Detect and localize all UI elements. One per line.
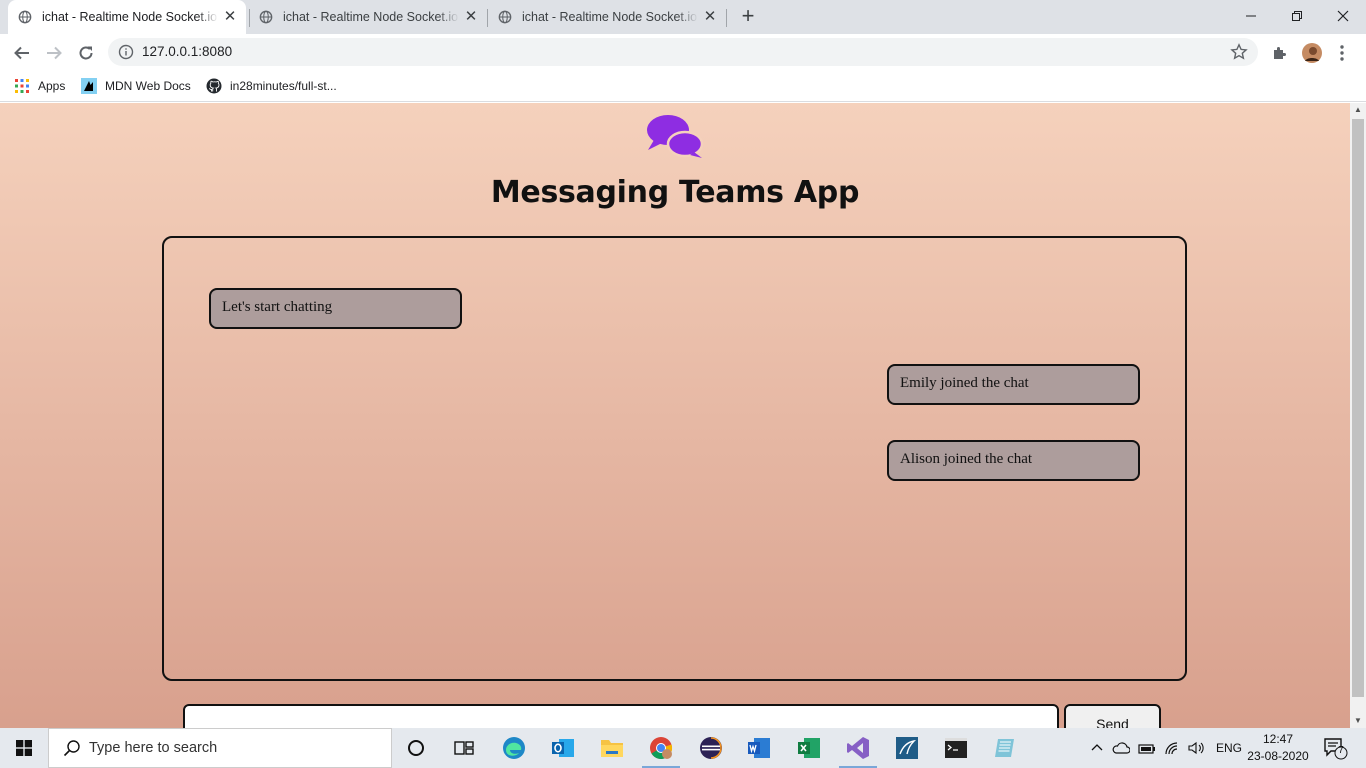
bookmark-apps[interactable]: Apps <box>14 77 65 95</box>
tab-divider <box>726 9 727 27</box>
scroll-up-icon[interactable]: ▲ <box>1350 103 1366 117</box>
bookmark-label: Apps <box>38 79 66 93</box>
clock-time: 12:47 <box>1262 732 1294 746</box>
start-button[interactable] <box>0 728 48 768</box>
volume-icon[interactable] <box>1188 741 1206 755</box>
globe-icon <box>498 10 512 24</box>
arrow-right-icon <box>47 46 62 60</box>
kebab-menu-icon <box>1340 45 1344 61</box>
taskbar-clock[interactable]: 12:47 23-08-2020 <box>1244 731 1312 765</box>
windows-taskbar: Type here to search ENG 12:47 23-08-2020… <box>0 728 1366 768</box>
notepad-icon[interactable] <box>990 734 1020 762</box>
browser-tab-strip: ichat - Realtime Node Socket.io Chat ✕ i… <box>0 0 1366 34</box>
close-window-button[interactable] <box>1320 0 1366 32</box>
extensions-button[interactable] <box>1267 40 1293 66</box>
edge-icon[interactable] <box>499 734 529 762</box>
scroll-down-icon[interactable]: ▼ <box>1350 714 1366 728</box>
tab-title: ichat - Realtime Node Socket.io Chat <box>283 10 459 24</box>
search-placeholder: Type here to search <box>89 740 218 756</box>
file-explorer-icon[interactable] <box>597 734 627 762</box>
bookmark-star-icon[interactable] <box>1230 43 1248 61</box>
language-indicator[interactable]: ENG <box>1216 741 1242 755</box>
cortana-icon[interactable] <box>401 734 431 762</box>
chevron-up-icon[interactable] <box>1090 741 1104 755</box>
github-icon <box>206 78 222 94</box>
chat-bubbles-icon <box>647 115 704 158</box>
address-bar[interactable]: 127.0.0.1:8080 <box>108 38 1258 66</box>
send-button[interactable]: Send <box>1064 704 1161 728</box>
tab-title: ichat - Realtime Node Socket.io Chat <box>522 10 698 24</box>
profile-avatar[interactable] <box>1299 40 1325 66</box>
page-viewport: Messaging Teams App Let's start chatting… <box>0 103 1350 728</box>
arrow-left-icon <box>14 46 29 60</box>
visual-studio-icon[interactable] <box>839 734 877 768</box>
system-tray: ENG <box>1090 728 1242 768</box>
word-icon[interactable] <box>744 734 774 762</box>
message-left: Let's start chatting <box>209 288 462 329</box>
tab-close-icon[interactable]: ✕ <box>222 9 238 25</box>
minimize-button[interactable] <box>1228 0 1274 32</box>
onedrive-icon[interactable] <box>1112 741 1130 755</box>
chrome-icon[interactable] <box>642 734 680 768</box>
search-icon <box>63 740 80 757</box>
close-icon <box>1337 10 1349 22</box>
minimize-icon <box>1246 15 1256 17</box>
bookmark-github[interactable]: in28minutes/full-st... <box>206 77 337 95</box>
eclipse-icon[interactable] <box>696 734 726 762</box>
forward-button[interactable] <box>41 40 67 66</box>
excel-icon[interactable] <box>794 734 824 762</box>
outlook-icon[interactable] <box>548 734 578 762</box>
browser-tab-2[interactable]: ichat - Realtime Node Socket.io Chat ✕ <box>249 0 487 34</box>
page-title: Messaging Teams App <box>490 175 860 210</box>
bookmark-label: in28minutes/full-st... <box>230 79 337 93</box>
browser-menu-button[interactable] <box>1329 40 1355 66</box>
reload-icon <box>79 46 93 60</box>
windows-logo-icon <box>16 740 32 756</box>
browser-tab-3[interactable]: ichat - Realtime Node Socket.io Chat ✕ <box>488 0 726 34</box>
page-scrollbar[interactable]: ▲ ▼ <box>1350 103 1366 728</box>
notifications-button[interactable]: 7 <box>1320 734 1350 762</box>
globe-icon <box>18 10 32 24</box>
taskbar-search-box[interactable]: Type here to search <box>48 728 392 768</box>
tab-close-icon[interactable]: ✕ <box>463 9 479 25</box>
url-text[interactable]: 127.0.0.1:8080 <box>142 44 232 59</box>
clock-date: 23-08-2020 <box>1247 749 1309 763</box>
tab-close-icon[interactable]: ✕ <box>702 9 718 25</box>
avatar-icon <box>1302 43 1322 63</box>
task-view-icon[interactable] <box>449 734 479 762</box>
bookmark-mdn[interactable]: MDN Web Docs <box>81 77 191 95</box>
globe-icon <box>259 10 273 24</box>
message-right: Emily joined the chat <box>887 364 1140 405</box>
new-tab-button[interactable]: + <box>736 5 760 29</box>
reload-button[interactable] <box>73 40 99 66</box>
browser-tab-1[interactable]: ichat - Realtime Node Socket.io Chat ✕ <box>8 0 246 34</box>
bookmark-label: MDN Web Docs <box>105 79 191 93</box>
battery-icon[interactable] <box>1138 741 1156 755</box>
apps-grid-icon <box>15 79 29 93</box>
restore-button[interactable] <box>1274 0 1320 32</box>
message-input[interactable] <box>183 704 1059 728</box>
browser-toolbar: 127.0.0.1:8080 <box>0 34 1366 70</box>
restore-icon <box>1292 11 1302 21</box>
message-right: Alison joined the chat <box>887 440 1140 481</box>
mysql-workbench-icon[interactable] <box>892 734 922 762</box>
message-container: Let's start chatting Emily joined the ch… <box>162 236 1187 681</box>
wifi-icon[interactable] <box>1164 741 1182 755</box>
terminal-icon[interactable] <box>941 734 971 762</box>
scrollbar-thumb[interactable] <box>1352 119 1364 697</box>
bookmarks-bar: Apps MDN Web Docs in28minutes/full-st... <box>0 70 1366 102</box>
notification-count: 7 <box>1338 745 1344 756</box>
tab-title: ichat - Realtime Node Socket.io Chat <box>42 10 218 24</box>
site-info-icon[interactable] <box>118 44 134 60</box>
mdn-icon <box>81 78 97 94</box>
back-button[interactable] <box>9 40 35 66</box>
puzzle-icon <box>1274 47 1286 59</box>
